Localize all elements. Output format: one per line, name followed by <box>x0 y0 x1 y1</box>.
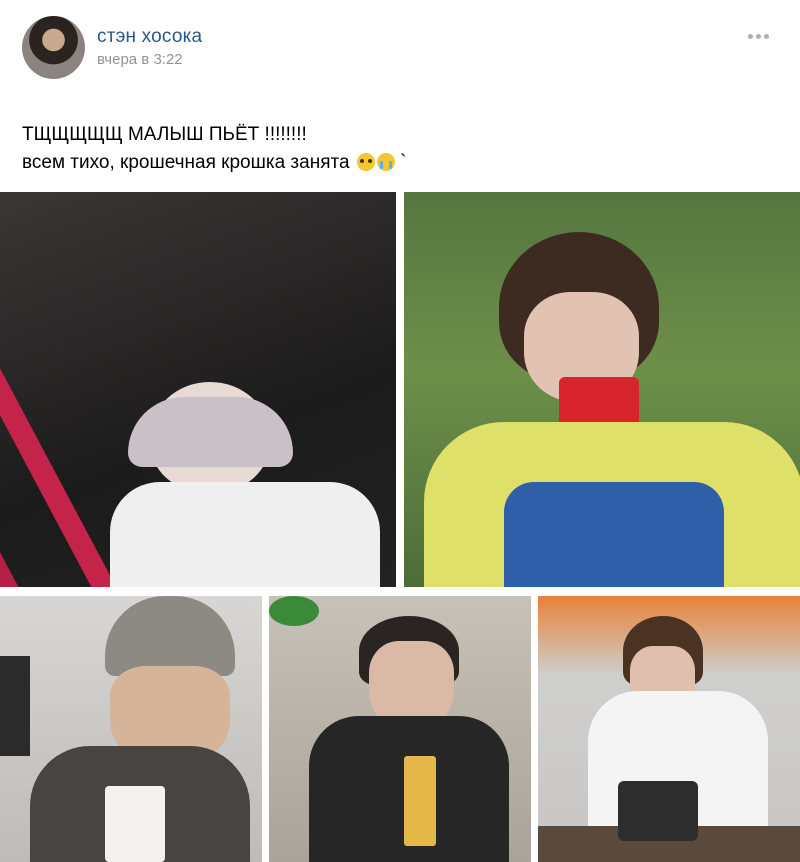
post-photo-2[interactable] <box>404 192 800 587</box>
author-name[interactable]: стэн хосока <box>97 26 202 48</box>
post-text-trailing: ` <box>394 152 407 173</box>
pleading-face-icon <box>356 153 375 171</box>
post-text-line-2-content: всем тихо, крошечная крошка занята <box>22 152 350 173</box>
post-text-line-1: ТЩЩЩЩЩ МАЛЫШ ПЬЁТ !!!!!!!! <box>22 124 307 145</box>
more-options-icon[interactable] <box>748 34 769 39</box>
post-photo-5[interactable] <box>538 596 800 862</box>
loudly-crying-face-icon <box>376 153 395 171</box>
post-text-line-2: всем тихо, крошечная крошка занята ` <box>22 149 406 177</box>
post-photo-3[interactable] <box>0 596 262 862</box>
post-timestamp[interactable]: вчера в 3:22 <box>97 51 183 68</box>
post-photo-1[interactable] <box>0 192 396 587</box>
post-photo-4[interactable] <box>269 596 531 862</box>
post-text: ТЩЩЩЩЩ МАЛЫШ ПЬЁТ !!!!!!!! всем тихо, кр… <box>22 121 406 177</box>
avatar[interactable] <box>22 16 85 79</box>
